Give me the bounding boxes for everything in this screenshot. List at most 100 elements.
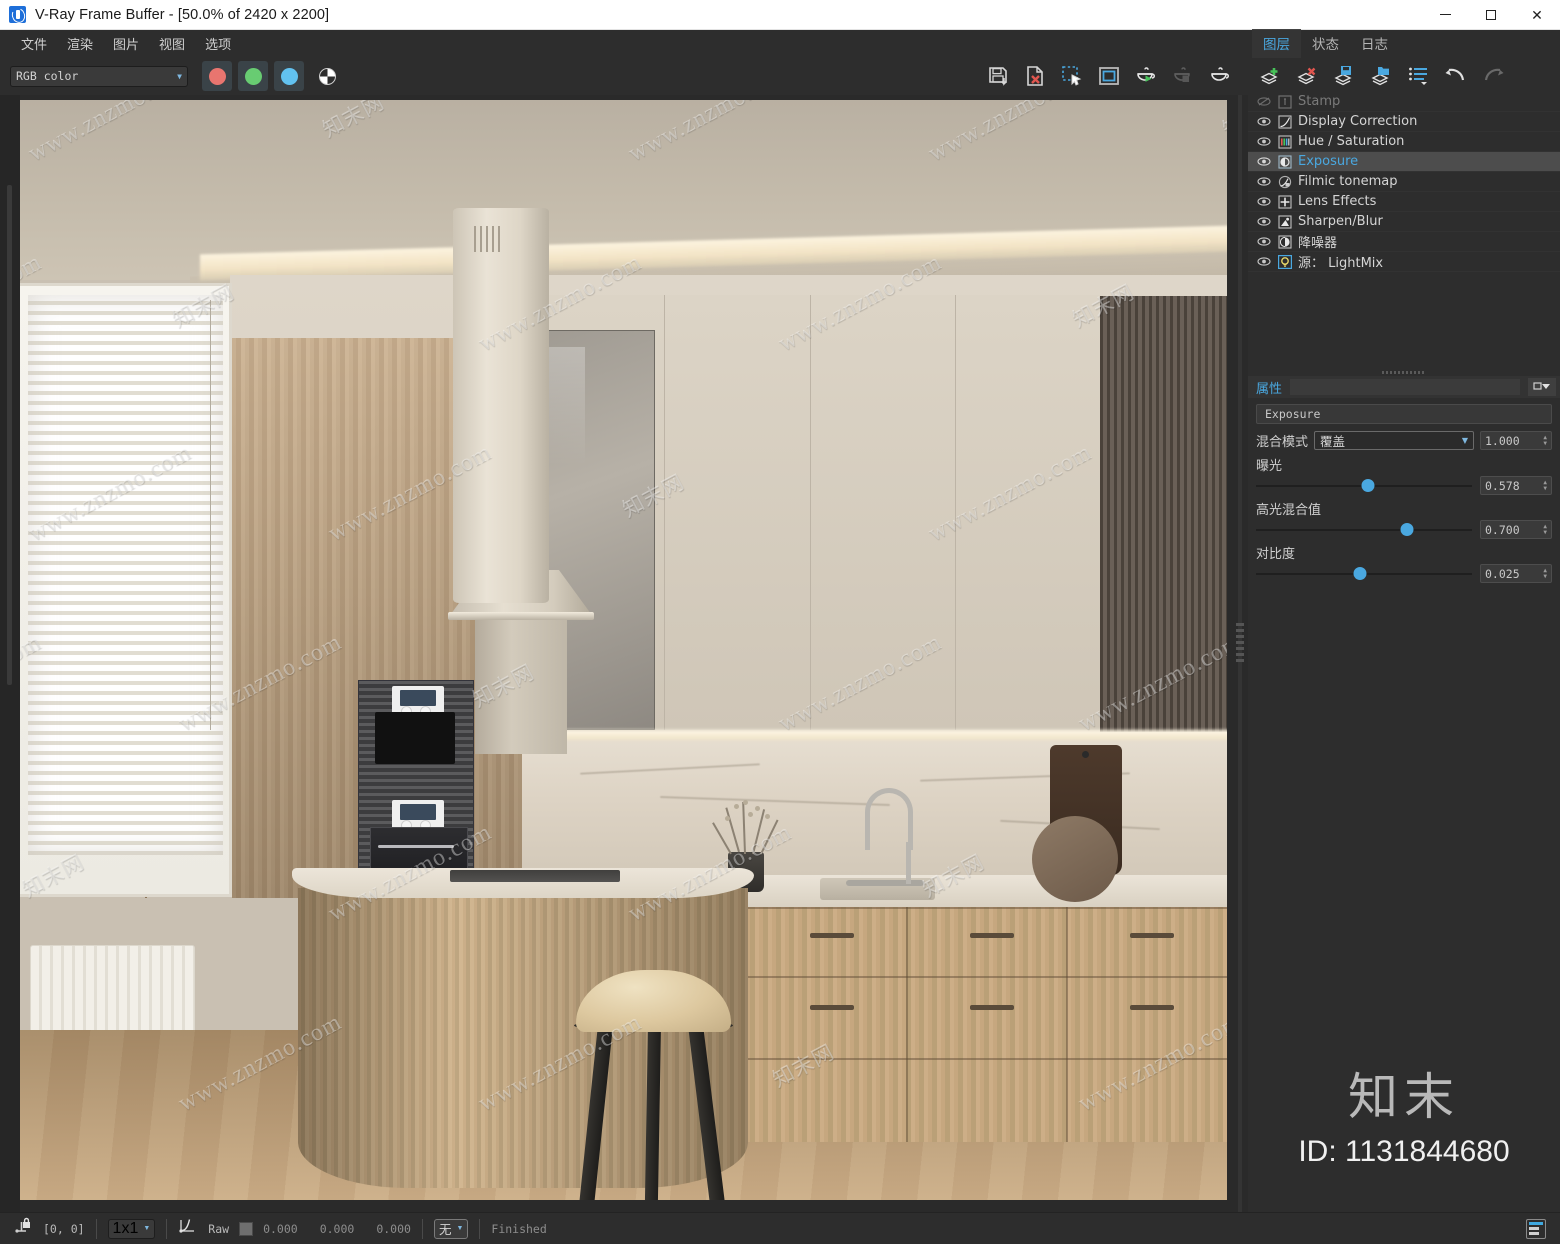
minimize-button[interactable]: [1422, 0, 1468, 30]
highlight-burn-slider[interactable]: [1256, 521, 1472, 539]
layer-row-display-correction[interactable]: Display Correction: [1248, 112, 1560, 132]
pixel-lock-icon[interactable]: [14, 1217, 34, 1240]
undo-icon[interactable]: [1443, 62, 1469, 88]
properties-resize-handle[interactable]: [1248, 368, 1560, 376]
panel-expand-icon[interactable]: [1528, 378, 1556, 396]
sampled-color-swatch[interactable]: [239, 1221, 254, 1236]
layer-name-field[interactable]: Exposure: [1256, 404, 1552, 424]
region-select-icon[interactable]: [1058, 63, 1085, 90]
exposure-slider[interactable]: [1256, 477, 1472, 495]
spinner-arrows-icon[interactable]: ▲ ▼: [1543, 479, 1547, 492]
layer-row-filmic-tonemap[interactable]: Filmic tonemap: [1248, 172, 1560, 192]
visibility-on-icon[interactable]: [1256, 256, 1271, 268]
layer-row-denoiser[interactable]: 降噪器: [1248, 232, 1560, 252]
exposure-slider-row: 0.578 ▲ ▼: [1256, 476, 1552, 495]
rendered-image[interactable]: www.znzmo.comwww.znzmo.comwww.znzmo.com知…: [20, 100, 1227, 1200]
monochrome-toggle[interactable]: [314, 61, 340, 91]
blend-mode-label: 混合模式: [1256, 435, 1309, 450]
visibility-on-icon[interactable]: [1256, 196, 1271, 208]
contrast-slider[interactable]: [1256, 565, 1472, 583]
sample-value-b: 0.000: [376, 1221, 411, 1236]
tab-log[interactable]: 日志: [1350, 30, 1399, 58]
channel-select-dropdown[interactable]: RGB color ▼: [10, 65, 188, 87]
viewport-left-gutter: [0, 95, 20, 1212]
layer-row-lightmix[interactable]: 源： LightMix: [1248, 252, 1560, 272]
properties-body: Exposure 混合模式 覆盖 ▼ 1.000 ▲ ▼ 曝光 0.578 ▲ …: [1248, 398, 1560, 583]
viewport-vertical-scrollbar[interactable]: [7, 185, 12, 685]
contrast-value-field[interactable]: 0.025 ▲ ▼: [1480, 564, 1552, 583]
layer-toolbar: [1248, 58, 1560, 92]
show-frame-icon[interactable]: [1095, 63, 1122, 90]
save-image-icon[interactable]: [984, 63, 1011, 90]
blend-opacity-spinner[interactable]: 1.000 ▲ ▼: [1480, 431, 1552, 450]
channel-select-value: RGB color: [16, 69, 79, 83]
spinner-arrows-icon[interactable]: ▲ ▼: [1543, 434, 1547, 447]
denoiser-icon: [1277, 234, 1292, 249]
spinner-arrows-icon[interactable]: ▲ ▼: [1543, 523, 1547, 536]
menu-options[interactable]: 选项: [196, 30, 240, 57]
save-preset-icon[interactable]: [1332, 62, 1358, 88]
delete-layer-icon[interactable]: [1295, 62, 1321, 88]
layer-row-lens-effects[interactable]: Lens Effects: [1248, 192, 1560, 212]
visibility-off-icon[interactable]: [1256, 96, 1271, 108]
vray-logo-icon: [9, 6, 26, 23]
splitter-grip[interactable]: [1236, 623, 1244, 662]
highlight-burn-value-field[interactable]: 0.700 ▲ ▼: [1480, 520, 1552, 539]
blend-mode-dropdown[interactable]: 覆盖 ▼: [1314, 431, 1474, 450]
visibility-on-icon[interactable]: [1256, 136, 1271, 148]
add-layer-icon[interactable]: [1258, 62, 1284, 88]
layer-row-stamp[interactable]: Stamp: [1248, 92, 1560, 112]
spinner-arrows-icon[interactable]: ▲ ▼: [1543, 567, 1547, 580]
red-channel-button[interactable]: [202, 61, 232, 91]
visibility-on-icon[interactable]: [1256, 176, 1271, 188]
sample-size-dropdown[interactable]: 1x1 ▼: [107, 1218, 156, 1239]
hue-saturation-icon: [1277, 134, 1292, 149]
properties-title: 属性: [1256, 381, 1283, 397]
start-render-icon[interactable]: [1132, 63, 1159, 90]
visibility-on-icon[interactable]: [1256, 216, 1271, 228]
clear-image-icon[interactable]: [1021, 63, 1048, 90]
layer-label: Lens Effects: [1298, 194, 1377, 209]
close-button[interactable]: ✕: [1514, 0, 1560, 30]
color-curve-icon[interactable]: [178, 1217, 198, 1240]
vray-frame-buffer-window: V-Ray Frame Buffer - [50.0% of 2420 x 22…: [0, 0, 1560, 1244]
tab-layers[interactable]: 图层: [1252, 29, 1301, 58]
top-toolbar: RGB color ▼: [0, 57, 1245, 95]
load-preset-icon[interactable]: [1369, 62, 1395, 88]
panel-splitter[interactable]: [1232, 95, 1248, 1212]
menu-view[interactable]: 视图: [150, 30, 194, 57]
redo-icon[interactable]: [1480, 62, 1506, 88]
menu-file[interactable]: 文件: [12, 30, 56, 57]
slider-knob[interactable]: [1353, 567, 1367, 580]
layer-row-exposure[interactable]: Exposure: [1248, 152, 1560, 172]
green-channel-button[interactable]: [238, 61, 268, 91]
stop-render-icon[interactable]: [1169, 63, 1196, 90]
image-viewport[interactable]: www.znzmo.comwww.znzmo.comwww.znzmo.com知…: [0, 95, 1232, 1212]
menu-render[interactable]: 渲染: [58, 30, 102, 57]
layer-row-sharpen-blur[interactable]: Sharpen/Blur: [1248, 212, 1560, 232]
chevron-down-icon: ▼: [177, 71, 182, 81]
properties-header: 属性: [1248, 376, 1560, 398]
menu-image[interactable]: 图片: [104, 30, 148, 57]
layer-row-hue-saturation[interactable]: Hue / Saturation: [1248, 132, 1560, 152]
blend-opacity-value: 1.000: [1485, 433, 1520, 448]
render-last-icon[interactable]: [1206, 63, 1233, 90]
tab-status[interactable]: 状态: [1301, 30, 1350, 58]
visibility-on-icon[interactable]: [1256, 116, 1271, 128]
layer-label: Hue / Saturation: [1298, 134, 1405, 149]
layer-menu-icon[interactable]: [1406, 62, 1432, 88]
channel-buttons: [202, 61, 304, 91]
sample-value-r: 0.000: [263, 1221, 298, 1236]
colorspace-dropdown[interactable]: 无 ▼: [433, 1218, 469, 1239]
visibility-on-icon[interactable]: [1256, 156, 1271, 168]
site-watermark: 知末 ID: 1131844680: [1248, 1057, 1560, 1169]
colorspace-value: 无: [438, 1222, 452, 1237]
toggle-panel-icon[interactable]: [1526, 1218, 1546, 1239]
slider-knob[interactable]: [1361, 479, 1375, 492]
maximize-button[interactable]: [1468, 0, 1514, 30]
toolbar-right-icons: [984, 63, 1245, 90]
visibility-on-icon[interactable]: [1256, 236, 1271, 248]
blue-channel-button[interactable]: [274, 61, 304, 91]
slider-knob[interactable]: [1400, 523, 1414, 536]
exposure-value-field[interactable]: 0.578 ▲ ▼: [1480, 476, 1552, 495]
